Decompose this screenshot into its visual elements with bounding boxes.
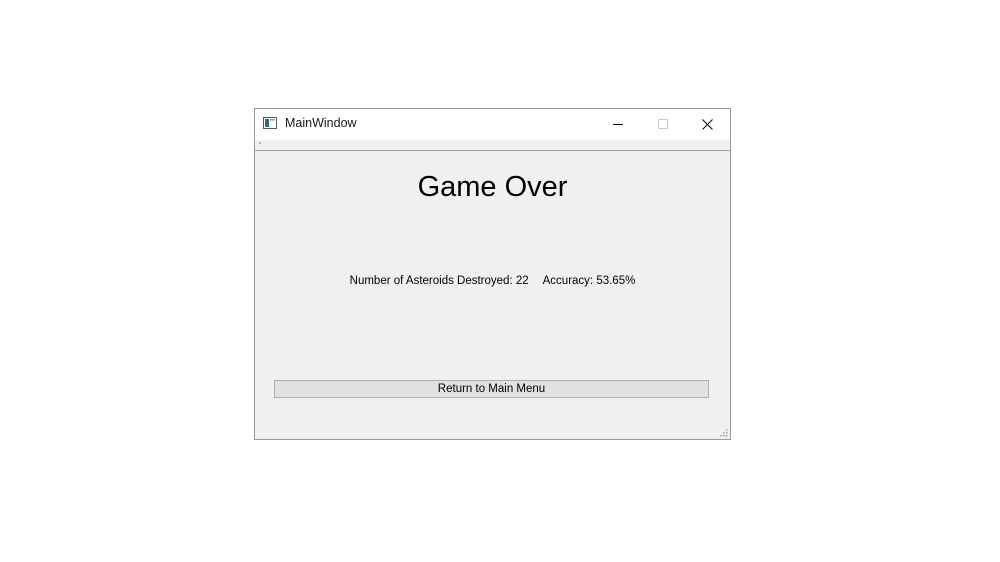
maximize-button[interactable]	[640, 109, 685, 139]
maximize-icon	[657, 119, 668, 129]
minimize-icon	[612, 124, 623, 125]
title-bar[interactable]: MainWindow	[255, 109, 730, 140]
game-over-heading: Game Over	[417, 171, 568, 203]
resize-grip-icon[interactable]	[719, 428, 728, 437]
accuracy-label: Accuracy: 53.65%	[542, 275, 636, 287]
minimize-button[interactable]	[595, 109, 640, 139]
menu-bar	[255, 140, 730, 151]
close-icon	[702, 118, 713, 130]
stats-line: Number of Asteroids Destroyed: 22 Accurac…	[255, 275, 730, 287]
window-title: MainWindow	[285, 116, 357, 130]
return-to-main-menu-button[interactable]: Return to Main Menu	[274, 380, 709, 398]
asteroids-destroyed-label: Number of Asteroids Destroyed: 22	[349, 275, 529, 287]
app-icon	[263, 117, 277, 129]
main-window: MainWindow Game Over Number of Asteroids…	[254, 108, 731, 440]
menu-grip	[259, 142, 261, 144]
close-button[interactable]	[685, 109, 730, 139]
